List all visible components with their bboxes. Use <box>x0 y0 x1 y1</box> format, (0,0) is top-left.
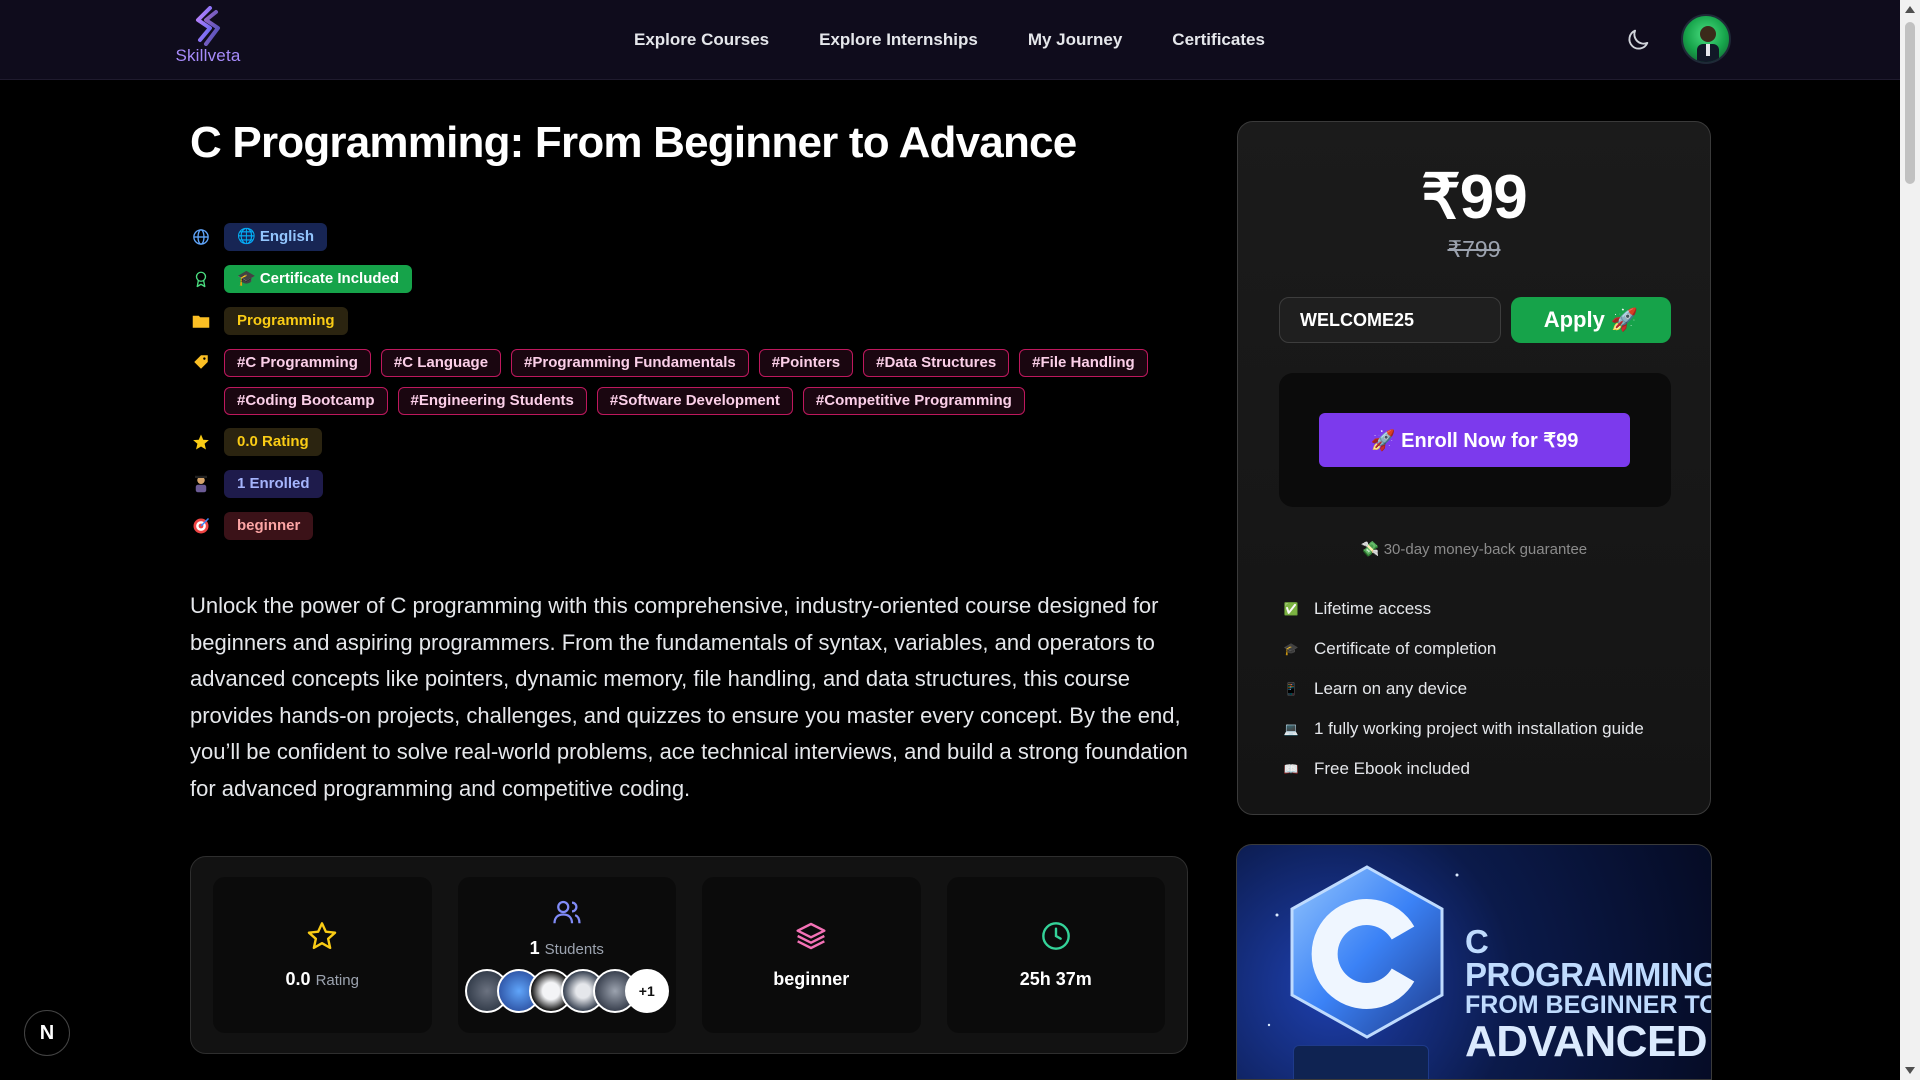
language-badge: 🌐 English <box>224 223 328 251</box>
brand-logo[interactable]: Skillveta <box>172 6 244 72</box>
brand-name: Skillveta <box>175 46 241 65</box>
moon-icon[interactable] <box>1624 26 1652 54</box>
stat-duration: 25h 37m <box>946 877 1165 1033</box>
nav-certificates[interactable]: Certificates <box>1147 30 1290 50</box>
tag-chip[interactable]: #Engineering Students <box>397 387 587 415</box>
graduation-cap-icon: 🎓 <box>1283 642 1299 656</box>
category-badge: Programming <box>224 307 348 335</box>
course-thumbnail[interactable]: C PROGRAMMING: FROM BEGINNER TO ADVANCED <box>1236 844 1712 1080</box>
tag-chip[interactable]: #C Programming <box>224 349 371 377</box>
rating-badge: 0.0 Rating <box>224 428 322 456</box>
stat-level-value: beginner <box>773 969 850 989</box>
tag-chip[interactable]: #Data Structures <box>863 349 1010 377</box>
next-dev-badge[interactable]: N <box>24 1010 70 1056</box>
feature-label: Free Ebook included <box>1314 759 1470 778</box>
tag-chip[interactable]: #C Language <box>380 349 502 377</box>
clock-icon <box>1040 920 1072 957</box>
feature-item: 📱 Learn on any device <box>1282 669 1644 709</box>
tag-icon <box>190 351 212 373</box>
course-description: Unlock the power of C programming with t… <box>190 593 1188 801</box>
tag-chip[interactable]: #Pointers <box>758 349 854 377</box>
user-avatar[interactable] <box>1681 14 1731 64</box>
scroll-down-arrow-icon[interactable] <box>1905 1067 1915 1074</box>
stat-rating: 0.0 Rating <box>213 877 432 1033</box>
tag-chip[interactable]: #Programming Fundamentals <box>511 349 749 377</box>
tag-list: #C Programming #C Language #Programming … <box>224 349 1184 415</box>
feature-label: Learn on any device <box>1314 679 1468 698</box>
stat-rating-value: 0.0 <box>285 969 311 989</box>
course-title: C Programming: From Beginner to Advance <box>190 118 1077 167</box>
stat-level: beginner <box>702 877 921 1033</box>
level-badge: beginner <box>224 512 314 540</box>
coupon-input[interactable] <box>1279 297 1501 343</box>
student-icon <box>190 473 212 495</box>
nav-explore-internships[interactable]: Explore Internships <box>794 30 1003 50</box>
language-row: 🌐 English <box>190 223 328 251</box>
current-price: ₹99 <box>1421 163 1527 232</box>
globe-icon <box>190 226 212 248</box>
feature-label: Certificate of completion <box>1314 639 1497 658</box>
tag-chip[interactable]: #File Handling <box>1019 349 1148 377</box>
check-icon: ✅ <box>1283 602 1299 616</box>
phone-icon: 📱 <box>1283 682 1299 696</box>
star-icon <box>190 431 212 453</box>
feature-list: ✅ Lifetime access 🎓 Certificate of complet… <box>1282 589 1644 789</box>
apply-coupon-button[interactable]: Apply 🚀 <box>1511 297 1671 343</box>
folder-icon <box>190 310 212 332</box>
original-price: ₹799 <box>1447 236 1501 262</box>
tag-chip[interactable]: #Software Development <box>596 387 793 415</box>
top-navbar: Skillveta Explore Courses Explore Intern… <box>0 0 1900 80</box>
scrollbar-thumb[interactable] <box>1905 22 1915 184</box>
stat-rating-label: Rating <box>315 972 359 989</box>
stat-duration-value: 25h 37m <box>1019 969 1092 989</box>
enrolled-badge: 1 Enrolled <box>224 470 323 498</box>
thumbnail-line-3: ADVANCED <box>1465 1017 1708 1066</box>
tag-chip[interactable]: #Coding Bootcamp <box>224 387 388 415</box>
feature-item: 💻 1 fully working project with installati… <box>1282 709 1644 749</box>
stat-students-label: Students <box>544 941 604 958</box>
users-icon <box>552 897 582 932</box>
scroll-up-arrow-icon[interactable] <box>1905 6 1915 13</box>
nav-explore-courses[interactable]: Explore Courses <box>610 30 794 50</box>
category-row: Programming <box>190 307 348 335</box>
laptop-icon: 💻 <box>1283 722 1299 736</box>
feature-label: Lifetime access <box>1314 599 1432 618</box>
award-icon <box>190 268 212 290</box>
feature-item: 📖 Free Ebook included <box>1282 749 1644 789</box>
skillveta-logo-icon <box>196 6 220 46</box>
feature-item: 🎓 Certificate of completion <box>1282 629 1644 669</box>
feature-item: ✅ Lifetime access <box>1282 589 1644 629</box>
stat-students-value: 1 <box>529 938 540 958</box>
enrolled-row: 1 Enrolled <box>190 470 323 498</box>
student-avatars: +1 <box>464 969 669 1013</box>
stats-panel: 0.0 Rating 1 Students +1 beginner 25h 37… <box>190 856 1188 1054</box>
book-icon: 📖 <box>1283 762 1299 776</box>
pricing-card: ₹99 ₹799 Apply 🚀 🚀 Enroll Now for ₹99 💸 … <box>1237 121 1711 815</box>
certificate-badge: 🎓 Certificate Included <box>224 265 413 293</box>
certificate-row: 🎓 Certificate Included <box>190 265 413 293</box>
enroll-now-button[interactable]: 🚀 Enroll Now for ₹99 <box>1319 413 1630 467</box>
stat-students: 1 Students +1 <box>457 877 676 1033</box>
thumbnail-line-1: C PROGRAMMING: <box>1465 923 1712 993</box>
rating-row: 0.0 Rating <box>190 428 322 456</box>
main-nav: Explore Courses Explore Internships My J… <box>610 0 1290 80</box>
tag-chip[interactable]: #Competitive Programming <box>802 387 1025 415</box>
enroll-panel: 🚀 Enroll Now for ₹99 <box>1279 373 1671 507</box>
money-back-guarantee: 💸 30-day money-back guarantee <box>1360 541 1588 558</box>
thumbnail-line-2: FROM BEGINNER TO <box>1465 991 1712 1019</box>
level-row: beginner <box>190 512 314 540</box>
nav-my-journey[interactable]: My Journey <box>1003 30 1147 50</box>
target-icon <box>190 515 212 537</box>
layers-icon <box>795 920 827 957</box>
terminal-window-icon <box>1293 1045 1429 1079</box>
tags-row: #C Programming #C Language #Programming … <box>190 349 1184 415</box>
feature-label: 1 fully working project with installatio… <box>1314 719 1644 738</box>
star-outline-icon <box>306 920 338 957</box>
page-scrollbar[interactable] <box>1900 0 1920 1080</box>
more-students-badge[interactable]: +1 <box>624 969 669 1013</box>
